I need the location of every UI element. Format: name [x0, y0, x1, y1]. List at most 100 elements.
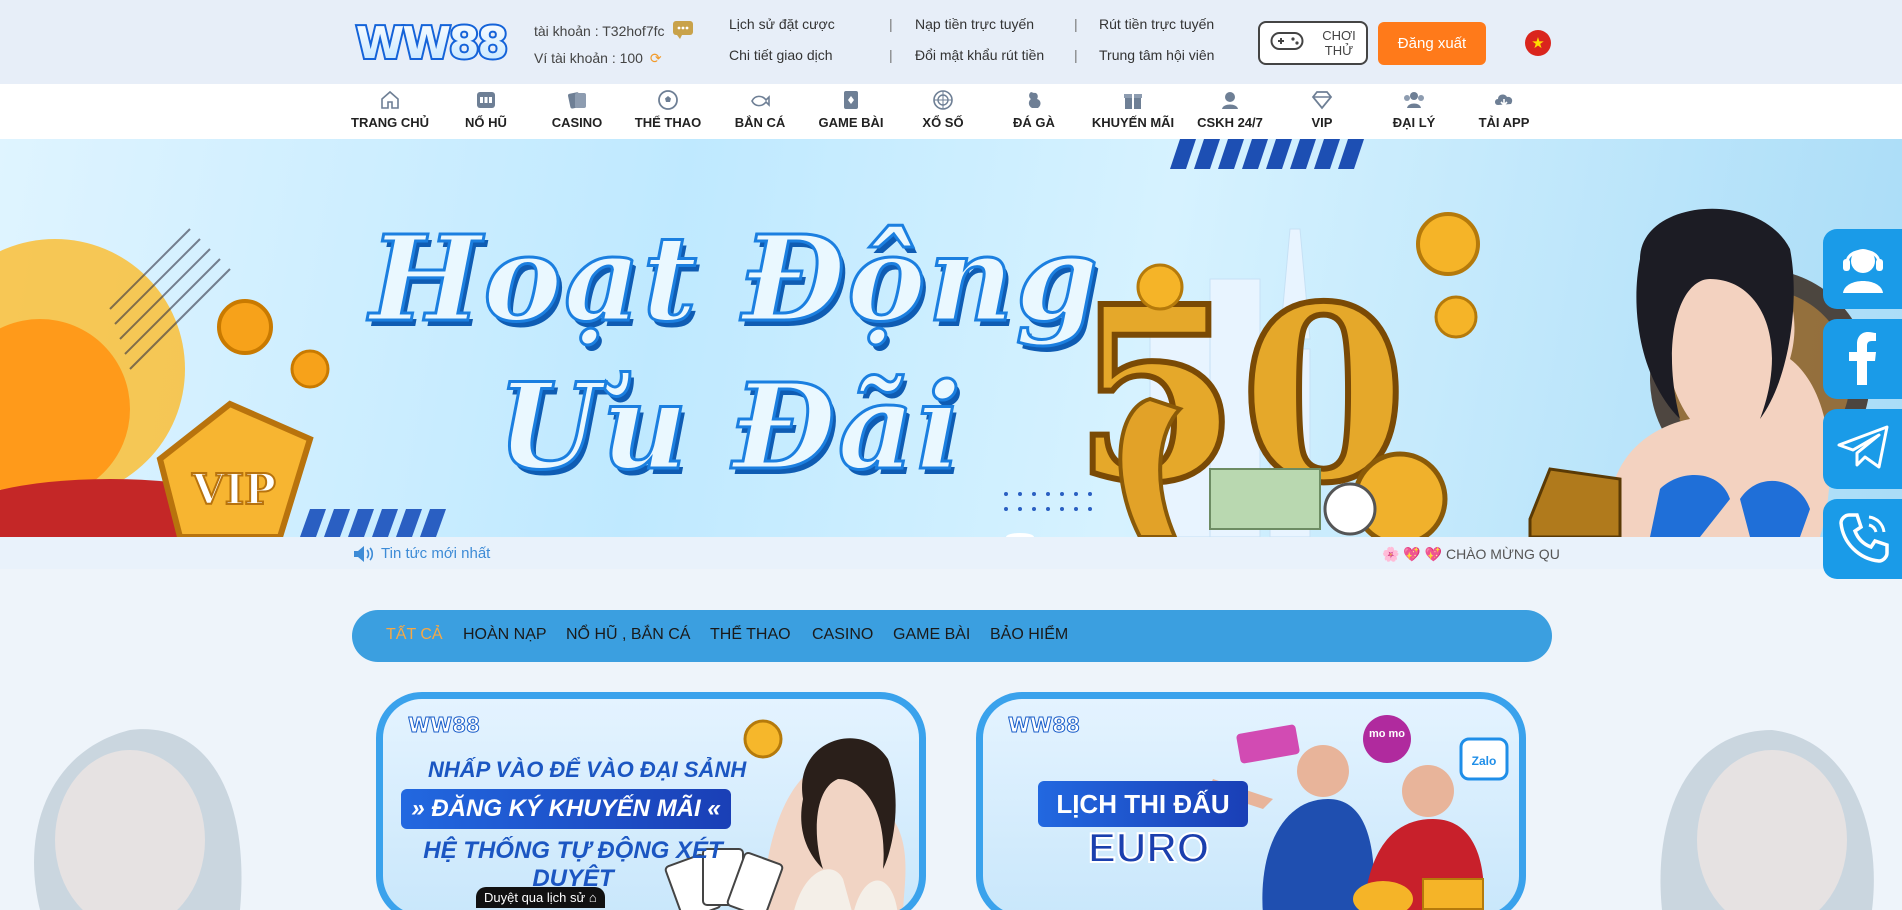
- play-trial-button[interactable]: CHƠI THỬ: [1258, 21, 1368, 65]
- nav-item-support[interactable]: CSKH 24/7: [1184, 84, 1276, 139]
- play-trial-label-line2: THỬ: [1324, 43, 1354, 58]
- side-support-button[interactable]: [1823, 229, 1902, 309]
- nav-item-cockfight[interactable]: ĐÁ GÀ: [988, 84, 1080, 139]
- news-bar: Tin tức mới nhất 🌸 💖 💖 CHÀO MỪNG QU: [0, 537, 1902, 569]
- card-line3: HỆ THỐNG TỰ ĐỘNG XÉT DUYỆT: [423, 837, 723, 892]
- lottery-icon: [931, 88, 955, 112]
- top-bar: WW88 tài khoản : T32hof7fc Ví tài khoản …: [0, 0, 1902, 84]
- nav-item-download-app[interactable]: TẢI APP: [1458, 84, 1550, 139]
- card-line2: EURO: [1087, 823, 1210, 872]
- facebook-icon: [1835, 329, 1891, 390]
- nav-item-slots[interactable]: NỔ HŨ: [440, 84, 532, 139]
- diamond-icon: [1310, 88, 1334, 112]
- vip-badge-text: VIP: [191, 465, 276, 514]
- nav-label: ĐÁ GÀ: [1013, 115, 1055, 130]
- tab-rebate[interactable]: HOÀN NẠP: [463, 626, 547, 644]
- logo-graphic: WW88: [354, 16, 510, 71]
- nav-item-lottery[interactable]: XỔ SỐ: [897, 84, 989, 139]
- nav-label: BẮN CÁ: [734, 115, 786, 130]
- tab-sports[interactable]: THỂ THAO: [710, 626, 791, 644]
- nav-item-agent[interactable]: ĐẠI LÝ: [1368, 84, 1460, 139]
- speaker-icon: [352, 545, 376, 568]
- nav-item-fishing[interactable]: BẮN CÁ: [714, 84, 806, 139]
- logout-button[interactable]: Đăng xuất: [1378, 22, 1486, 65]
- fish-icon: [748, 88, 772, 112]
- account-row: tài khoản : T32hof7fc: [534, 20, 694, 43]
- side-phone-button[interactable]: [1823, 499, 1902, 579]
- ww88-logo[interactable]: WW88: [352, 16, 510, 71]
- nav-label: TRANG CHỦ: [351, 115, 429, 130]
- gift-icon: [1121, 88, 1145, 112]
- card-line1: NHẤP VÀO ĐỂ VÀO ĐẠI SẢNH: [428, 757, 747, 782]
- category-tabs: TẤT CẢ HOÀN NẠP NỔ HŨ , BẮN CÁ THỂ THAO …: [352, 610, 1552, 662]
- nav-item-home[interactable]: TRANG CHỦ: [344, 84, 436, 139]
- wallet-label: Ví tài khoản : 100: [534, 50, 643, 66]
- cards-icon: [565, 88, 589, 112]
- link-separator: |: [889, 16, 893, 32]
- nav-label: XỔ SỐ: [922, 115, 964, 130]
- nav-label: CSKH 24/7: [1197, 115, 1263, 130]
- flag-star: ★: [1531, 34, 1545, 52]
- link-separator: |: [1074, 47, 1078, 63]
- nav-item-promotions[interactable]: KHUYẾN MÃI: [1087, 84, 1179, 139]
- side-telegram-button[interactable]: [1823, 409, 1902, 489]
- wallet-row: Ví tài khoản : 100 ⟳: [534, 50, 662, 67]
- card-logo: WW88: [408, 713, 481, 738]
- tab-card-games[interactable]: GAME BÀI: [893, 626, 970, 644]
- left-decoration-image: [34, 729, 242, 910]
- promo-card-register[interactable]: WW88 NHẤP VÀO ĐỂ VÀO ĐẠI SẢNH » ĐĂNG KÝ …: [376, 692, 926, 910]
- momo-badge: mo mo: [1369, 728, 1405, 740]
- nav-label: TẢI APP: [1478, 115, 1530, 130]
- nav-label: CASINO: [551, 115, 603, 130]
- nav-label: KHUYẾN MÃI: [1091, 115, 1175, 130]
- slot-icon: [474, 88, 498, 112]
- change-withdraw-password-link[interactable]: Đổi mật khẩu rút tiền: [915, 47, 1044, 63]
- news-marquee[interactable]: 🌸 💖 💖 CHÀO MỪNG QU: [1382, 546, 1560, 563]
- tab-casino[interactable]: CASINO: [812, 626, 873, 644]
- home-icon: ⌂: [588, 890, 597, 905]
- withdraw-link[interactable]: Rút tiền trực tuyến: [1099, 16, 1214, 32]
- right-decoration-image: [1660, 730, 1874, 910]
- card-game-icon: [839, 88, 863, 112]
- home-icon: [378, 88, 402, 112]
- transaction-details-link[interactable]: Chi tiết giao dịch: [729, 47, 833, 63]
- logo-text: WW88: [356, 18, 506, 68]
- main-nav: TRANG CHỦ NỔ HŨ CASINO THỂ THAO BẮN CÁ G…: [0, 84, 1902, 139]
- nav-item-vip[interactable]: VIP: [1276, 84, 1368, 139]
- vietnam-flag-icon[interactable]: ★: [1525, 30, 1551, 56]
- member-center-link[interactable]: Trung tâm hội viên: [1099, 47, 1214, 63]
- nav-label: NỔ HŨ: [465, 115, 507, 130]
- nav-label: THỂ THAO: [634, 115, 702, 130]
- promo-banner: VIP 50 Hoạt Động Ưu Đãi: [0, 139, 1902, 537]
- card-logo: WW88: [1008, 713, 1081, 738]
- promo-card-euro[interactable]: mo mo Zalo WW88 LỊCH THI ĐẤU EURO: [976, 692, 1526, 910]
- play-trial-label-line1: CHƠI: [1322, 28, 1356, 43]
- tab-insurance[interactable]: BẢO HIỂM: [990, 626, 1068, 644]
- link-separator: |: [1074, 16, 1078, 32]
- gamepad-icon: [1270, 30, 1304, 57]
- side-facebook-button[interactable]: [1823, 319, 1902, 399]
- message-icon[interactable]: [672, 20, 694, 43]
- soccer-ball-icon: [656, 88, 680, 112]
- support-icon: [1218, 88, 1242, 112]
- rooster-icon: [1022, 88, 1046, 112]
- tab-all[interactable]: TẤT CẢ: [386, 626, 443, 644]
- support-agent-icon: [1835, 239, 1891, 300]
- nav-label: VIP: [1311, 115, 1333, 130]
- phone-icon: [1835, 509, 1891, 570]
- nav-label: GAME BÀI: [818, 115, 884, 130]
- tab-slots-fishing[interactable]: NỔ HŨ , BẮN CÁ: [566, 626, 690, 644]
- play-trial-label: CHƠI THỬ: [1312, 28, 1366, 58]
- account-label: tài khoản : T32hof7fc: [534, 23, 665, 39]
- bet-history-link[interactable]: Lịch sử đặt cược: [729, 16, 835, 32]
- history-tab[interactable]: Duyệt qua lịch sử ⌂: [476, 887, 605, 908]
- deposit-link[interactable]: Nạp tiền trực tuyến: [915, 16, 1034, 32]
- zalo-badge: Zalo: [1472, 754, 1497, 768]
- nav-item-sports[interactable]: THỂ THAO: [622, 84, 714, 139]
- card-line1: LỊCH THI ĐẤU: [1038, 781, 1248, 827]
- refresh-icon[interactable]: ⟳: [650, 50, 662, 67]
- nav-item-casino[interactable]: CASINO: [531, 84, 623, 139]
- card-line2: » ĐĂNG KÝ KHUYẾN MÃI «: [401, 789, 731, 829]
- news-label: Tin tức mới nhất: [381, 545, 491, 562]
- nav-item-card-games[interactable]: GAME BÀI: [805, 84, 897, 139]
